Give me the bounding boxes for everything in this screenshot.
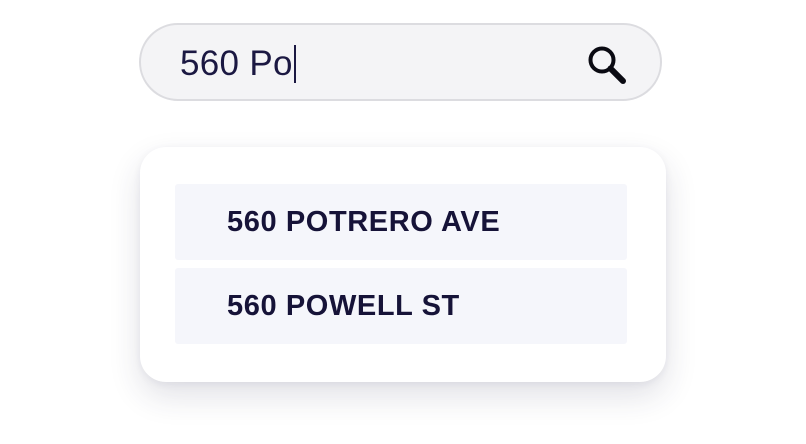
search-icon[interactable]	[585, 43, 629, 87]
suggestion-item[interactable]: 560 POTRERO AVE	[175, 184, 627, 260]
text-caret	[293, 45, 296, 83]
suggestion-item[interactable]: 560 POWELL ST	[175, 268, 627, 344]
suggestion-label: 560 POTRERO AVE	[227, 205, 501, 238]
suggestion-label: 560 POWELL ST	[227, 289, 460, 322]
address-search-widget: 560 Po 560 POTRERO AVE 560 POWELL ST	[0, 0, 806, 444]
suggestions-dropdown: 560 POTRERO AVE 560 POWELL ST	[140, 147, 666, 382]
search-box[interactable]: 560 Po	[139, 23, 662, 101]
search-input-value: 560 Po	[180, 44, 293, 83]
search-input[interactable]: 560 Po	[180, 25, 296, 103]
